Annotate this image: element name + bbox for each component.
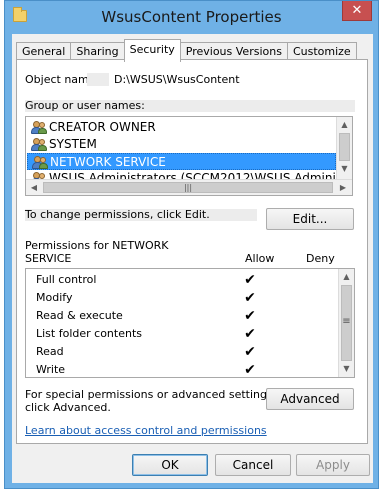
edit-button[interactable]: Edit... bbox=[266, 208, 354, 230]
users-icon bbox=[32, 156, 48, 169]
allow-check-icon: ✔ bbox=[244, 326, 256, 342]
hscroll-thumb[interactable]: ||| bbox=[43, 182, 333, 193]
advanced-button[interactable]: Advanced bbox=[266, 388, 354, 410]
permission-list-folder-contents: List folder contents bbox=[36, 327, 142, 340]
title-bar[interactable]: WsusContent Properties ✕ bbox=[5, 1, 378, 34]
scroll-down-icon[interactable]: ▼ bbox=[337, 161, 352, 177]
permission-modify: Modify bbox=[36, 291, 73, 304]
tab-security[interactable]: Security bbox=[123, 39, 181, 62]
permission-write: Write bbox=[36, 363, 66, 376]
change-permissions-text: To change permissions, click Edit. bbox=[25, 208, 210, 221]
scroll-right-icon[interactable]: ▶ bbox=[335, 180, 351, 195]
allow-check-icon: ✔ bbox=[244, 308, 256, 324]
user-row-creator-owner[interactable]: CREATOR OWNER bbox=[27, 119, 336, 136]
group-label: Group or user names: bbox=[25, 99, 145, 112]
scroll-thumb[interactable]: ≡ bbox=[341, 285, 352, 361]
properties-window: WsusContent Properties ✕ General Sharing… bbox=[4, 0, 379, 489]
allow-check-icon: ✔ bbox=[244, 290, 256, 306]
ok-button[interactable]: OK bbox=[132, 454, 208, 476]
user-name: NETWORK SERVICE bbox=[50, 155, 166, 169]
user-list[interactable]: CREATOR OWNER SYSTEM NETWORK SERVICE WSU… bbox=[25, 116, 353, 196]
tab-strip: General Sharing Security Previous Versio… bbox=[16, 39, 357, 62]
users-icon bbox=[31, 121, 47, 134]
close-button[interactable]: ✕ bbox=[342, 1, 372, 21]
permissions-list[interactable]: Full control ✔ Modify ✔ Read & execute ✔… bbox=[25, 268, 355, 378]
allow-check-icon: ✔ bbox=[244, 362, 256, 378]
object-name-value: D:\WSUS\WsusContent bbox=[114, 73, 240, 86]
special-permissions-line2: click Advanced. bbox=[25, 401, 111, 414]
learn-access-control-link[interactable]: Learn about access control and permissio… bbox=[25, 424, 267, 437]
scroll-up-icon[interactable]: ▲ bbox=[337, 117, 352, 133]
user-name: CREATOR OWNER bbox=[49, 120, 156, 134]
scroll-left-icon[interactable]: ◀ bbox=[26, 180, 42, 195]
deny-column-header: Deny bbox=[306, 252, 335, 265]
dialog-client: General Sharing Security Previous Versio… bbox=[12, 34, 373, 483]
scroll-thumb[interactable] bbox=[339, 133, 350, 161]
object-name-spacer bbox=[87, 73, 109, 86]
permissions-header-line2: SERVICE bbox=[25, 252, 72, 265]
scroll-up-icon[interactable]: ▲ bbox=[339, 269, 354, 285]
cancel-button[interactable]: Cancel bbox=[215, 454, 291, 476]
allow-check-icon: ✔ bbox=[244, 272, 256, 288]
window-title: WsusContent Properties bbox=[101, 8, 282, 26]
permission-read: Read bbox=[36, 345, 64, 358]
special-permissions-line1: For special permissions or advanced sett… bbox=[25, 388, 277, 401]
user-list-vscrollbar[interactable]: ▲ ▼ bbox=[336, 117, 352, 179]
allow-check-icon: ✔ bbox=[244, 344, 256, 360]
user-list-hscrollbar[interactable]: ◀ ||| ▶ bbox=[26, 179, 352, 195]
scroll-down-icon[interactable]: ▼ bbox=[339, 361, 354, 377]
permissions-header-line1: Permissions for NETWORK bbox=[25, 239, 169, 252]
security-panel: Object name: D:\WSUS\WsusContent Group o… bbox=[16, 59, 368, 444]
users-icon bbox=[31, 138, 47, 151]
allow-column-header: Allow bbox=[245, 252, 275, 265]
permission-read-execute: Read & execute bbox=[36, 309, 123, 322]
user-name: SYSTEM bbox=[49, 137, 97, 151]
apply-button[interactable]: Apply bbox=[296, 454, 370, 476]
permission-full-control: Full control bbox=[36, 273, 97, 286]
permissions-vscrollbar[interactable]: ▲ ≡ ▼ bbox=[338, 269, 354, 377]
user-row-system[interactable]: SYSTEM bbox=[27, 136, 336, 153]
user-row-network-service[interactable]: NETWORK SERVICE bbox=[27, 153, 336, 170]
grip-icon: ||| bbox=[183, 183, 193, 192]
